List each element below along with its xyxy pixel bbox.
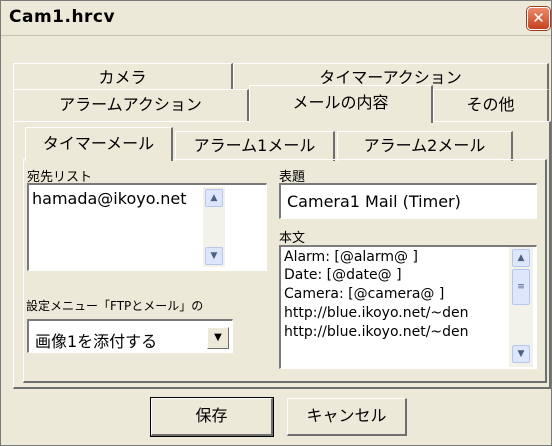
body-textarea[interactable]: Alarm: [@alarm@ ] Date: [@date@ ] Camera… <box>279 245 537 369</box>
subject-value: Camera1 Mail (Timer) <box>287 192 461 211</box>
scroll-up-icon[interactable]: ▲ <box>512 249 530 267</box>
body-line: http://blue.ikoyo.net/~den <box>284 324 469 340</box>
attachment-select-value: 画像1を添付する <box>35 332 158 351</box>
body-label: 本文 <box>279 231 306 246</box>
recipient-scrollbar[interactable]: ▲ ▼ <box>203 187 225 267</box>
tab-mail-content[interactable]: メールの内容 <box>249 85 433 123</box>
body-line: http://blue.ikoyo.net/~den <box>284 305 469 321</box>
tab-other[interactable]: その他 <box>433 89 549 121</box>
tab-alarm2-mail[interactable]: アラーム2メール <box>337 131 513 161</box>
body-scrollbar[interactable]: ▲ ≡ ▼ <box>509 247 533 367</box>
window-title: Cam1.hrcv <box>9 7 116 27</box>
subject-input[interactable]: Camera1 Mail (Timer) <box>279 183 537 219</box>
tab-alarm-action[interactable]: アラームアクション <box>13 89 249 121</box>
scroll-up-icon[interactable]: ▲ <box>205 189 223 207</box>
tab-timer-mail[interactable]: タイマーメール <box>25 127 173 161</box>
scroll-down-icon[interactable]: ▼ <box>512 345 530 363</box>
close-icon[interactable]: ✕ <box>527 7 550 30</box>
tab-camera[interactable]: カメラ <box>13 63 233 92</box>
body-line: Alarm: [@alarm@ ] <box>284 249 418 265</box>
title-bar: Cam1.hrcv ✕ <box>1 1 551 36</box>
dialog-window: Cam1.hrcv ✕ カメラ タイマーアクション アラームアクション メールの… <box>0 0 552 446</box>
body-line: Camera: [@camera@ ] <box>284 286 445 302</box>
scroll-down-icon[interactable]: ▼ <box>205 247 223 265</box>
list-item[interactable]: hamada@ikoyo.net <box>32 189 187 208</box>
cancel-button[interactable]: キャンセル <box>287 398 407 436</box>
settings-menu-label: 設定メニュー「FTPとメール」の <box>26 299 204 313</box>
body-line: Date: [@date@ ] <box>284 267 402 283</box>
tab-alarm1-mail[interactable]: アラーム1メール <box>175 131 335 161</box>
chevron-down-icon[interactable]: ▼ <box>207 327 229 349</box>
recipient-list[interactable]: hamada@ikoyo.net ▲ ▼ <box>27 183 267 271</box>
save-button[interactable]: 保存 <box>151 398 273 436</box>
scroll-thumb[interactable]: ≡ <box>512 269 530 305</box>
attachment-select[interactable]: 画像1を添付する ▼ <box>27 319 233 353</box>
